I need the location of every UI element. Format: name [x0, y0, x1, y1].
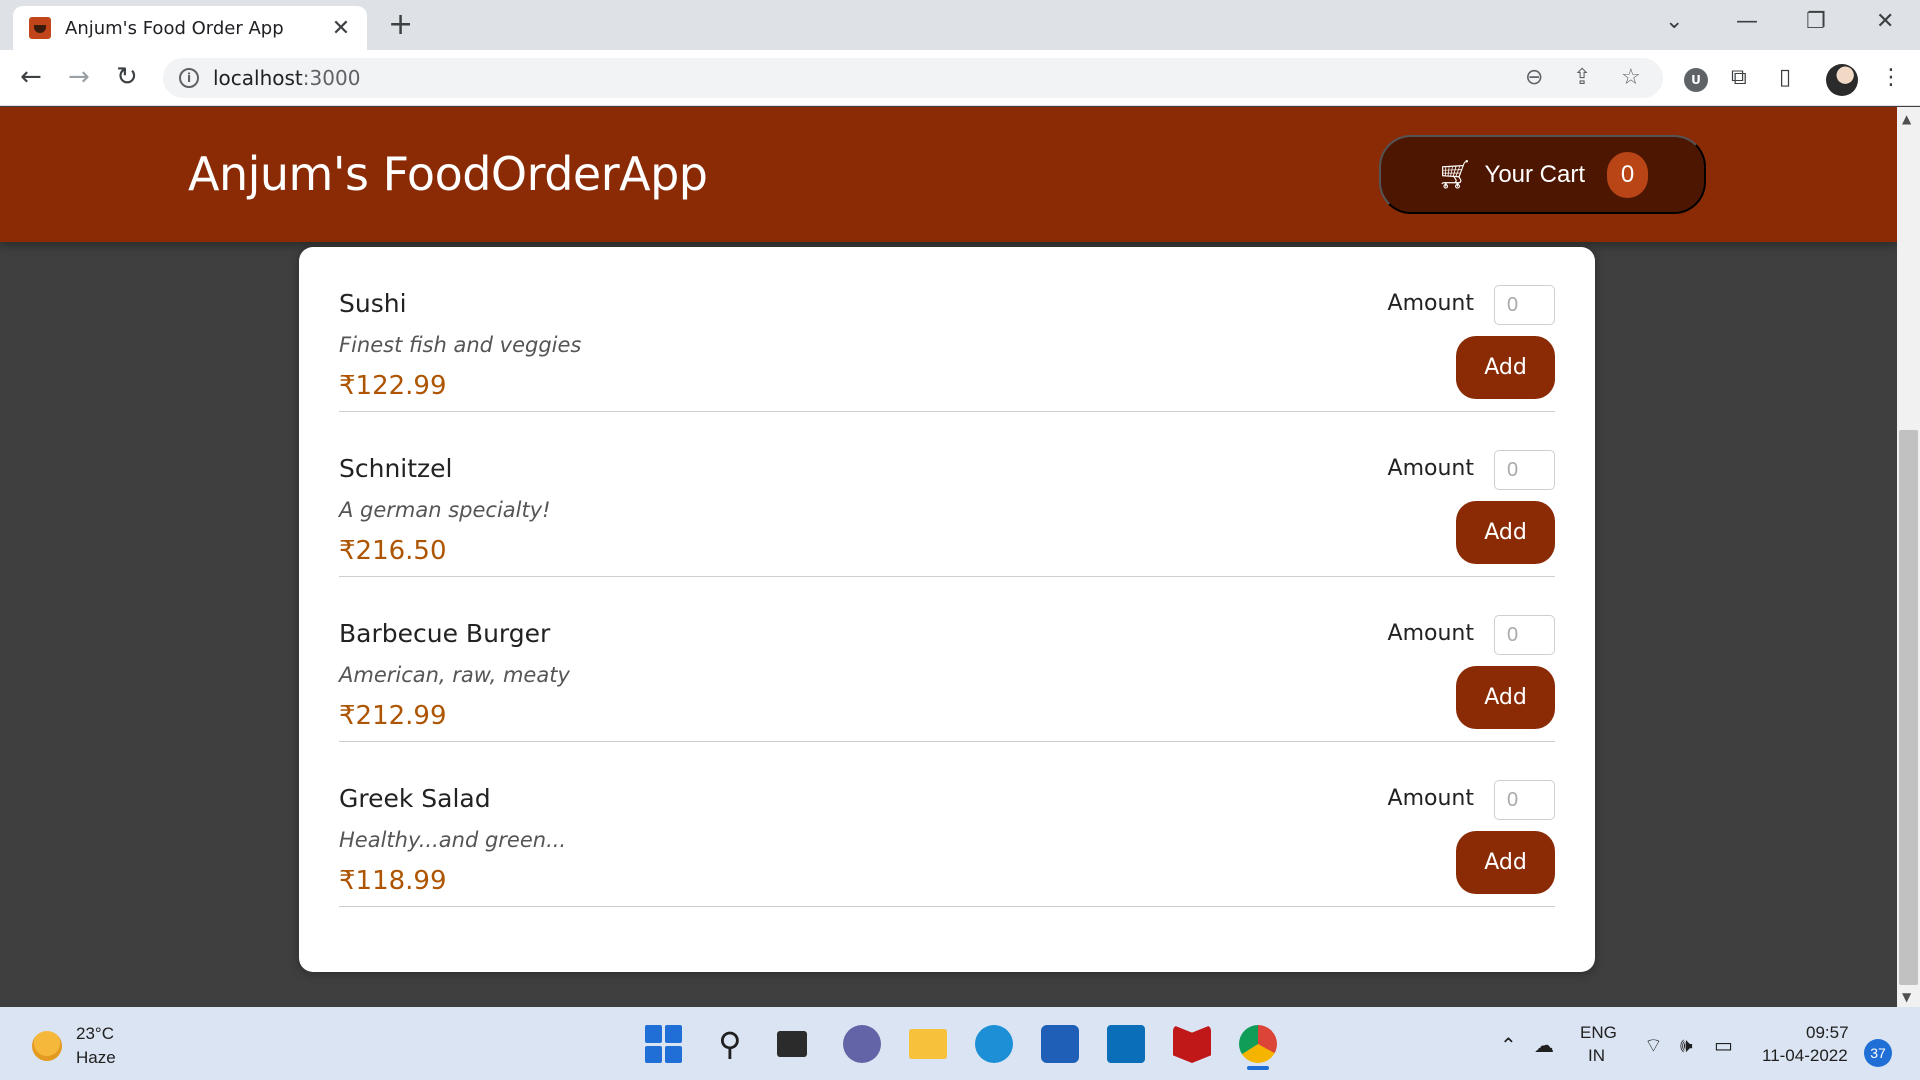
side-panel-icon[interactable]: ▯	[1779, 64, 1791, 92]
favicon-icon	[29, 17, 51, 39]
battery-icon[interactable]: ▭	[1714, 1033, 1733, 1057]
restore-icon[interactable]: ❐	[1806, 8, 1826, 36]
ms-store-icon[interactable]	[1041, 1025, 1079, 1063]
weather-condition[interactable]: Haze	[76, 1048, 116, 1068]
meal-item: Barbecue Burger American, raw, meaty ₹21…	[339, 577, 1555, 742]
region-code[interactable]: IN	[1588, 1046, 1605, 1066]
forward-icon[interactable]: →	[68, 62, 90, 92]
meal-item: Sushi Finest fish and veggies ₹122.99 Am…	[339, 247, 1555, 412]
dell-icon[interactable]	[1107, 1025, 1145, 1063]
amount-label: Amount	[1387, 621, 1474, 646]
notification-count-badge[interactable]: 37	[1864, 1039, 1892, 1067]
cart-count-badge: 0	[1607, 151, 1649, 198]
cart-label: Your Cart	[1484, 160, 1586, 188]
meals-list: Sushi Finest fish and veggies ₹122.99 Am…	[299, 247, 1595, 972]
show-hidden-icons-chevron-icon[interactable]: ⌃	[1500, 1033, 1517, 1057]
file-explorer-icon[interactable]	[909, 1029, 947, 1059]
scroll-up-icon[interactable]: ▲	[1902, 112, 1911, 126]
meal-name: Schnitzel	[339, 454, 453, 483]
language-code[interactable]: ENG	[1580, 1023, 1617, 1043]
site-info-icon[interactable]: i	[179, 68, 199, 88]
meal-name: Sushi	[339, 289, 407, 318]
amount-input[interactable]	[1494, 285, 1555, 325]
meal-description: Finest fish and veggies	[339, 333, 582, 357]
minimize-icon[interactable]: —	[1736, 8, 1758, 36]
browser-toolbar: ← → ↻ i localhost:3000 ⊖ ⇪ ☆	[0, 50, 1920, 106]
url-host: localhost	[213, 66, 303, 90]
scroll-down-icon[interactable]: ▼	[1902, 990, 1911, 1004]
amount-input[interactable]	[1494, 450, 1555, 490]
clock-date[interactable]: 11-04-2022	[1762, 1046, 1848, 1066]
amount-input[interactable]	[1494, 780, 1555, 820]
cart-button[interactable]: 🛒︎ Your Cart 0	[1379, 135, 1706, 214]
add-button[interactable]: Add	[1456, 501, 1555, 564]
meal-item: Greek Salad Healthy...and green... ₹118.…	[339, 742, 1555, 907]
weather-sun-icon[interactable]	[32, 1031, 62, 1061]
meal-description: A german specialty!	[339, 498, 551, 522]
page-viewport: Anjum's FoodOrderApp 🛒︎ Your Cart 0 Sush…	[0, 107, 1897, 1007]
search-icon[interactable]: ⚲	[711, 1025, 749, 1063]
amount-label: Amount	[1387, 456, 1474, 481]
meal-price: ₹212.99	[339, 701, 447, 731]
zoom-icon[interactable]: ⊖	[1525, 64, 1543, 92]
browser-tabstrip: Anjum's Food Order App ✕ + ⌄ — ❐ ✕	[0, 0, 1920, 50]
meal-item: Schnitzel A german specialty! ₹216.50 Am…	[339, 412, 1555, 577]
teams-chat-icon[interactable]	[843, 1025, 881, 1063]
meal-price: ₹122.99	[339, 371, 447, 401]
url-text: localhost:3000	[213, 66, 360, 90]
back-icon[interactable]: ←	[20, 62, 42, 92]
os-taskbar: 23°C Haze ⚲ ⌃ ☁ ENG IN ⌔ 🕪︎ ▭ 09:57 11-0…	[0, 1007, 1920, 1080]
meal-price: ₹216.50	[339, 536, 447, 566]
onedrive-cloud-icon[interactable]: ☁	[1534, 1033, 1554, 1057]
bookmark-star-icon[interactable]: ☆	[1621, 64, 1641, 92]
mcafee-icon[interactable]	[1173, 1025, 1211, 1063]
app-header: Anjum's FoodOrderApp 🛒︎ Your Cart 0	[0, 107, 1897, 242]
meal-description: Healthy...and green...	[339, 828, 567, 852]
new-tab-icon[interactable]: +	[388, 10, 413, 40]
amount-label: Amount	[1387, 291, 1474, 316]
wifi-icon[interactable]: ⌔	[1644, 1033, 1663, 1058]
share-icon[interactable]: ⇪	[1573, 64, 1591, 92]
volume-icon[interactable]: 🕪︎	[1680, 1033, 1693, 1057]
close-tab-icon[interactable]: ✕	[329, 16, 353, 41]
start-menu-icon[interactable]	[645, 1025, 683, 1063]
browser-tab[interactable]: Anjum's Food Order App ✕	[13, 6, 367, 50]
weather-temperature[interactable]: 23°C	[76, 1024, 114, 1044]
chrome-icon[interactable]	[1239, 1025, 1277, 1063]
amount-label: Amount	[1387, 786, 1474, 811]
add-button[interactable]: Add	[1456, 336, 1555, 399]
extension-u-icon[interactable]: U	[1684, 68, 1708, 92]
url-port: :3000	[302, 66, 361, 90]
clock-time[interactable]: 09:57	[1806, 1023, 1849, 1043]
cart-icon: 🛒︎	[1436, 159, 1473, 190]
scrollbar-thumb[interactable]	[1899, 430, 1918, 985]
edge-browser-icon[interactable]	[975, 1025, 1013, 1063]
meal-name: Greek Salad	[339, 784, 491, 813]
profile-avatar[interactable]	[1826, 64, 1858, 96]
add-button[interactable]: Add	[1456, 831, 1555, 894]
menu-kebab-icon[interactable]: ⋮	[1880, 64, 1902, 92]
extensions-puzzle-icon[interactable]: ⧉	[1731, 64, 1747, 92]
tab-search-icon[interactable]: ⌄	[1665, 8, 1683, 36]
tab-title: Anjum's Food Order App	[65, 17, 284, 39]
active-app-indicator	[1247, 1066, 1269, 1070]
meal-price: ₹118.99	[339, 866, 447, 896]
task-view-icon[interactable]	[777, 1031, 807, 1057]
app-title: Anjum's FoodOrderApp	[188, 147, 708, 201]
reload-icon[interactable]: ↻	[116, 62, 138, 92]
close-window-icon[interactable]: ✕	[1876, 8, 1894, 36]
address-bar[interactable]: i localhost:3000 ⊖ ⇪ ☆	[163, 58, 1663, 98]
amount-input[interactable]	[1494, 615, 1555, 655]
meal-name: Barbecue Burger	[339, 619, 551, 648]
meal-description: American, raw, meaty	[339, 663, 570, 687]
add-button[interactable]: Add	[1456, 666, 1555, 729]
